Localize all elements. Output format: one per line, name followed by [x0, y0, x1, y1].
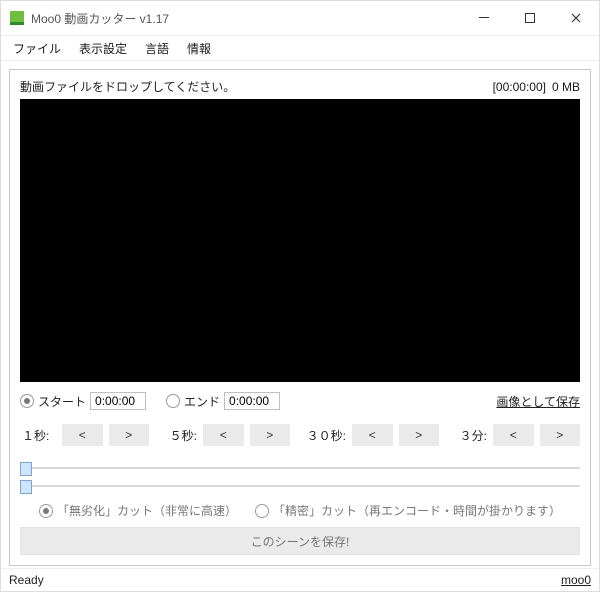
nudge-30s-back-button[interactable]: <	[352, 424, 393, 446]
time-row: スタート エンド 画像として保存	[20, 392, 580, 410]
menu-language[interactable]: 言語	[137, 38, 177, 59]
start-slider[interactable]	[20, 460, 580, 476]
nudge-5s-fwd-button[interactable]: >	[250, 424, 291, 446]
maximize-button[interactable]	[507, 2, 553, 34]
minimize-button[interactable]	[461, 2, 507, 34]
menu-info[interactable]: 情報	[179, 38, 219, 59]
nudge-5s-label: ５秒:	[155, 427, 197, 444]
nudge-row: １秒: < > ５秒: < > ３０秒: < > ３分: < >	[20, 422, 580, 452]
statusbar: Ready moo0	[1, 568, 599, 591]
app-icon	[9, 10, 25, 26]
nudge-1s-label: １秒:	[20, 427, 56, 444]
nudge-1s-back-button[interactable]: <	[62, 424, 103, 446]
end-time-input[interactable]	[224, 392, 280, 410]
video-filesize: 0 MB	[552, 80, 580, 94]
start-time-input[interactable]	[90, 392, 146, 410]
video-header: 動画ファイルをドロップしてください。 [00:00:00] 0 MB	[20, 78, 580, 95]
start-label: スタート	[38, 393, 86, 410]
precise-label: 「精密」カット（再エンコード・時間が掛かります）	[273, 502, 561, 519]
nudge-5s-back-button[interactable]: <	[203, 424, 244, 446]
nudge-3m-label: ３分:	[445, 427, 487, 444]
video-duration: [00:00:00]	[493, 80, 546, 94]
main-panel: 動画ファイルをドロップしてください。 [00:00:00] 0 MB スタート …	[9, 69, 591, 566]
cut-mode-row: 「無劣化」カット（非常に高速） 「精密」カット（再エンコード・時間が掛かります）	[20, 502, 580, 519]
menubar: ファイル 表示設定 言語 情報	[1, 36, 599, 61]
nudge-30s-label: ３０秒:	[296, 427, 346, 444]
lossless-label: 「無劣化」カット（非常に高速）	[57, 502, 237, 519]
nudge-1s-fwd-button[interactable]: >	[109, 424, 150, 446]
close-button[interactable]	[553, 2, 599, 34]
window-title: Moo0 動画カッター v1.17	[31, 10, 169, 27]
end-slider[interactable]	[20, 478, 580, 494]
start-radio[interactable]	[20, 394, 34, 408]
lossless-radio[interactable]	[39, 504, 53, 518]
menu-view[interactable]: 表示設定	[71, 38, 135, 59]
app-window: Moo0 動画カッター v1.17 ファイル 表示設定 言語 情報 動画ファイル…	[0, 0, 600, 592]
precise-radio[interactable]	[255, 504, 269, 518]
sliders	[20, 458, 580, 496]
save-scene-button[interactable]: このシーンを保存!	[20, 527, 580, 555]
video-preview[interactable]	[20, 99, 580, 382]
nudge-3m-back-button[interactable]: <	[493, 424, 534, 446]
end-radio[interactable]	[166, 394, 180, 408]
titlebar[interactable]: Moo0 動画カッター v1.17	[1, 1, 599, 36]
drop-hint: 動画ファイルをドロップしてください。	[20, 78, 235, 95]
nudge-3m-fwd-button[interactable]: >	[540, 424, 581, 446]
end-label: エンド	[184, 393, 220, 410]
nudge-30s-fwd-button[interactable]: >	[399, 424, 440, 446]
status-text: Ready	[9, 573, 44, 587]
save-scene-label: このシーンを保存!	[251, 533, 350, 550]
status-link[interactable]: moo0	[561, 573, 591, 587]
client-area: 動画ファイルをドロップしてください。 [00:00:00] 0 MB スタート …	[1, 61, 599, 568]
save-as-image-link[interactable]: 画像として保存	[496, 393, 580, 410]
menu-file[interactable]: ファイル	[5, 38, 69, 59]
